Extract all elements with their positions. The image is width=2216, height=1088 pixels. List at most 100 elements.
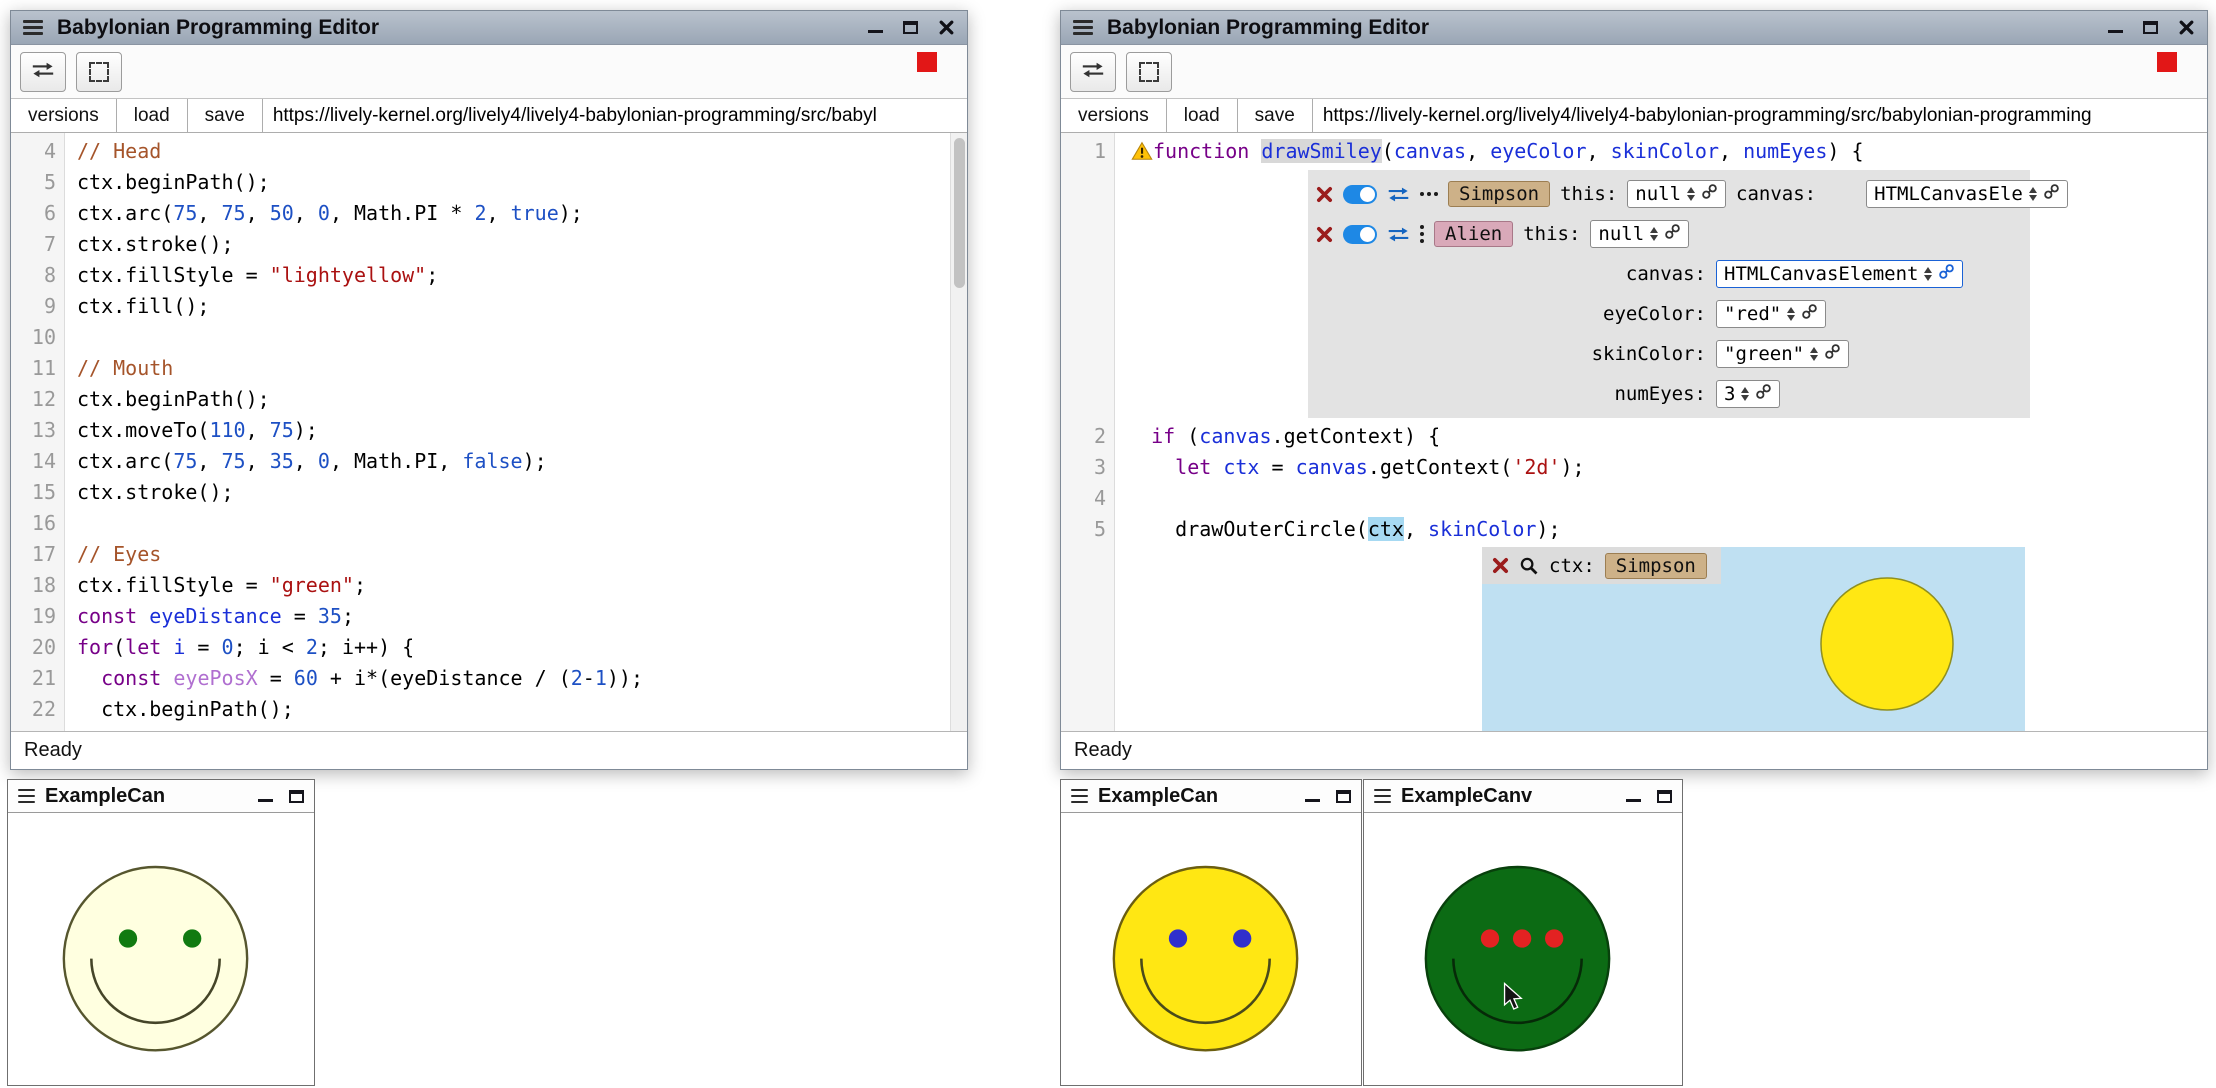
save-button[interactable]: save	[1238, 99, 1313, 132]
link-icon[interactable]	[1938, 263, 1955, 285]
link-icon[interactable]	[1664, 223, 1681, 245]
line-number[interactable]: 5	[1061, 514, 1115, 545]
titlebar[interactable]: Babylonian Programming Editor	[11, 11, 967, 45]
code-line[interactable]: 15ctx.stroke();	[11, 477, 967, 508]
scrollbar-thumb[interactable]	[954, 138, 965, 288]
value-box[interactable]: null	[1627, 180, 1726, 208]
more-vertical-icon[interactable]	[1420, 225, 1424, 243]
close-icon[interactable]	[1316, 226, 1333, 243]
code-line[interactable]: 10	[11, 322, 967, 353]
example-badge-simpson[interactable]: Simpson	[1448, 181, 1550, 207]
link-icon[interactable]	[2043, 183, 2060, 205]
swap-view-button[interactable]	[20, 52, 66, 92]
line-number[interactable]: 20	[11, 632, 65, 663]
code-line[interactable]: 6ctx.arc(75, 75, 50, 0, Math.PI * 2, tru…	[11, 198, 967, 229]
value-box[interactable]: 3	[1716, 380, 1780, 408]
value-box[interactable]: HTMLCanvasEle	[1866, 180, 2068, 208]
code-line[interactable]: 17// Eyes	[11, 539, 967, 570]
code-line[interactable]: 2 if (canvas.getContext) {	[1061, 421, 2207, 452]
value-box[interactable]: "green"	[1716, 340, 1849, 368]
toggle-on-icon[interactable]	[1343, 185, 1377, 204]
value-box[interactable]: HTMLCanvasElement	[1716, 260, 1963, 288]
code-line[interactable]: 22 ctx.beginPath();	[11, 694, 967, 725]
code-line[interactable]: 12ctx.beginPath();	[11, 384, 967, 415]
line-number[interactable]: 4	[11, 136, 65, 167]
code-line[interactable]: 14ctx.arc(75, 75, 35, 0, Math.PI, false)…	[11, 446, 967, 477]
load-button[interactable]: load	[117, 99, 188, 132]
toggle-on-icon[interactable]	[1343, 225, 1377, 244]
value-box[interactable]: null	[1590, 220, 1689, 248]
line-number[interactable]: 4	[1061, 483, 1115, 514]
minimize-icon[interactable]	[1626, 799, 1641, 802]
maximize-icon[interactable]	[1336, 790, 1351, 803]
versions-button[interactable]: versions	[11, 99, 117, 132]
line-number[interactable]: 21	[11, 663, 65, 694]
code-line[interactable]: 20for(let i = 0; i < 2; i++) {	[11, 632, 967, 663]
code-line[interactable]: 7ctx.stroke();	[11, 229, 967, 260]
link-icon[interactable]	[1755, 383, 1772, 405]
minimize-icon[interactable]	[1305, 799, 1320, 802]
scrollbar[interactable]	[950, 133, 967, 731]
minimize-icon[interactable]	[2108, 30, 2123, 33]
code-line[interactable]: 9ctx.fill();	[11, 291, 967, 322]
minimize-icon[interactable]	[258, 799, 273, 802]
line-number[interactable]: 16	[11, 508, 65, 539]
maximize-icon[interactable]	[289, 790, 304, 803]
line-number[interactable]: 14	[11, 446, 65, 477]
line-number[interactable]: 17	[11, 539, 65, 570]
stepper-icon[interactable]	[1650, 227, 1658, 241]
code-line[interactable]: 1function drawSmiley(canvas, eyeColor, s…	[1061, 136, 2207, 167]
close-icon[interactable]	[938, 19, 955, 36]
close-icon[interactable]	[2178, 19, 2195, 36]
line-number[interactable]: 2	[1061, 421, 1115, 452]
close-icon[interactable]	[1316, 186, 1333, 203]
menu-icon[interactable]	[1071, 789, 1088, 803]
url-field[interactable]: https://lively-kernel.org/lively4/lively…	[1313, 99, 2207, 132]
swap-arrows-icon[interactable]	[1387, 226, 1410, 243]
line-number[interactable]: 13	[11, 415, 65, 446]
line-number[interactable]: 9	[11, 291, 65, 322]
code-line[interactable]: 3 let ctx = canvas.getContext('2d');	[1061, 452, 2207, 483]
extract-region-button[interactable]	[76, 52, 122, 92]
line-number[interactable]: 1	[1061, 136, 1115, 167]
code-line[interactable]: 21 const eyePosX = 60 + i*(eyeDistance /…	[11, 663, 967, 694]
stepper-icon[interactable]	[1924, 267, 1932, 281]
line-number[interactable]: 18	[11, 570, 65, 601]
save-button[interactable]: save	[188, 99, 263, 132]
code-line[interactable]: 5ctx.beginPath();	[11, 167, 967, 198]
line-number[interactable]: 6	[11, 198, 65, 229]
code-line[interactable]: 8ctx.fillStyle = "lightyellow";	[11, 260, 967, 291]
code-line[interactable]: 5 drawOuterCircle(ctx, skinColor);	[1061, 514, 2207, 545]
link-icon[interactable]	[1801, 303, 1818, 325]
code-line[interactable]: 16	[11, 508, 967, 539]
stepper-icon[interactable]	[1741, 387, 1749, 401]
line-number[interactable]: 7	[11, 229, 65, 260]
line-number[interactable]: 5	[11, 167, 65, 198]
titlebar[interactable]: ExampleCanv	[1364, 780, 1682, 813]
load-button[interactable]: load	[1167, 99, 1238, 132]
maximize-icon[interactable]	[1657, 790, 1672, 803]
code-line[interactable]: 18ctx.fillStyle = "green";	[11, 570, 967, 601]
example-badge-alien[interactable]: Alien	[1434, 221, 1513, 247]
menu-icon[interactable]	[1073, 20, 1093, 35]
titlebar[interactable]: ExampleCan	[8, 780, 314, 813]
close-icon[interactable]	[1492, 557, 1509, 574]
magnifier-icon[interactable]	[1519, 556, 1539, 576]
code-line[interactable]: 13ctx.moveTo(110, 75);	[11, 415, 967, 446]
stepper-icon[interactable]	[1787, 307, 1795, 321]
swap-arrows-icon[interactable]	[1387, 186, 1410, 203]
code-line[interactable]: 11// Mouth	[11, 353, 967, 384]
link-icon[interactable]	[1824, 343, 1841, 365]
stepper-icon[interactable]	[2029, 187, 2037, 201]
versions-button[interactable]: versions	[1061, 99, 1167, 132]
url-field[interactable]: https://lively-kernel.org/lively4/lively…	[263, 99, 967, 132]
menu-icon[interactable]	[18, 789, 35, 803]
line-number[interactable]: 19	[11, 601, 65, 632]
extract-region-button[interactable]	[1126, 52, 1172, 92]
code-editor[interactable]: 4// Head5ctx.beginPath();6ctx.arc(75, 75…	[11, 133, 967, 731]
line-number[interactable]: 11	[11, 353, 65, 384]
menu-icon[interactable]	[1374, 789, 1391, 803]
minimize-icon[interactable]	[868, 30, 883, 33]
swap-view-button[interactable]	[1070, 52, 1116, 92]
line-number[interactable]: 15	[11, 477, 65, 508]
